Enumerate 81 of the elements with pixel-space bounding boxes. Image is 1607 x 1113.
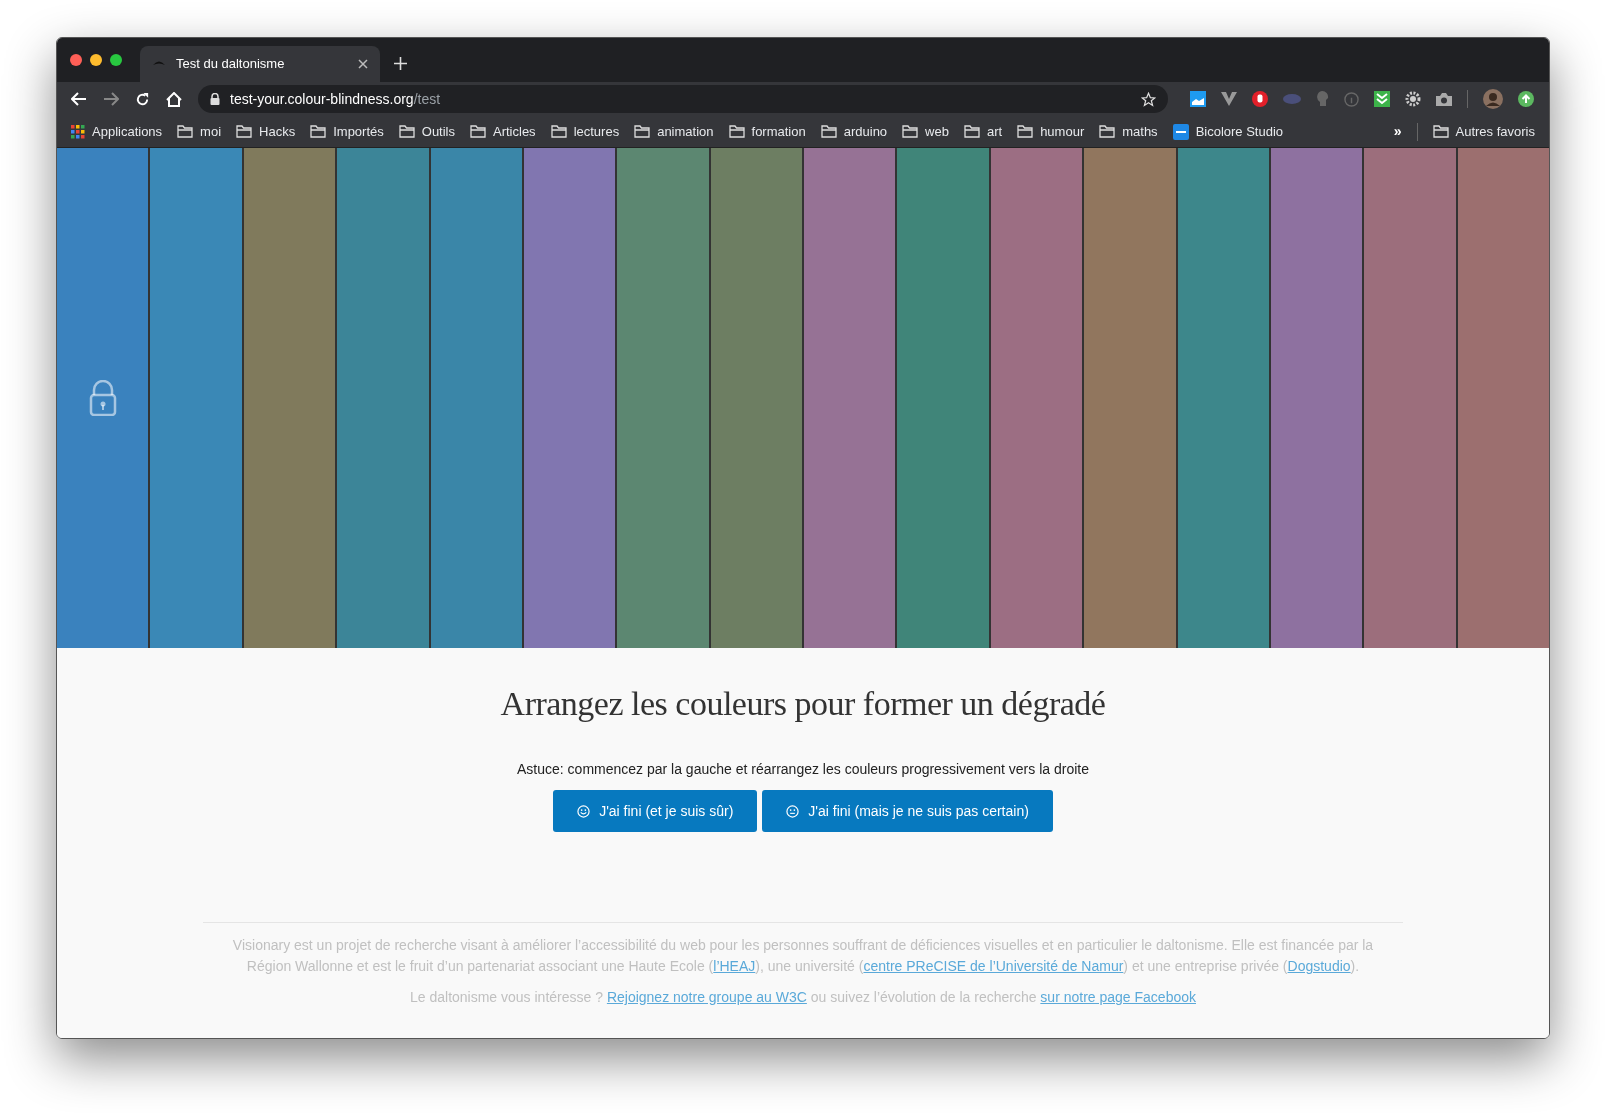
lock-icon	[210, 93, 220, 105]
apps-grid-icon	[71, 124, 85, 139]
lock-icon	[88, 380, 117, 416]
more-bookmarks-button[interactable]: »	[1393, 121, 1402, 142]
maximize-window-icon[interactable]	[110, 54, 122, 66]
avatar-icon[interactable]	[1483, 89, 1503, 109]
folder-icon	[310, 125, 327, 138]
folder-icon	[177, 125, 194, 138]
bookmark[interactable]: Bicolore Studio	[1172, 121, 1284, 142]
finish-button[interactable]: J'ai fini (mais je ne suis pas certain)	[762, 790, 1053, 832]
update-icon[interactable]	[1518, 91, 1534, 107]
bookmark[interactable]: formation	[728, 121, 806, 142]
color-swatch[interactable]	[241, 148, 336, 648]
color-swatch[interactable]	[1362, 148, 1456, 648]
site-icon	[1172, 123, 1189, 140]
folder-icon	[1099, 125, 1116, 138]
chevrons-down-icon[interactable]	[1374, 91, 1390, 107]
color-swatch[interactable]	[615, 148, 709, 648]
v-logo-icon[interactable]	[1221, 92, 1237, 106]
hand-icon[interactable]	[1252, 91, 1268, 107]
close-icon[interactable]	[358, 59, 368, 69]
new-tab-icon[interactable]	[394, 57, 407, 70]
folder-icon	[1017, 125, 1034, 138]
color-swatch[interactable]	[1268, 148, 1363, 648]
info-icon[interactable]	[1344, 91, 1359, 107]
folder-icon	[963, 125, 980, 138]
address-bar[interactable]: test-your.colour-blindness.org/test	[198, 85, 1168, 113]
bookmark[interactable]: Importés	[310, 121, 384, 142]
footer-text: Visionary est un projet de recherche visant à améliorer l’accessibilité du web pour les personnes souffrant de déficiences visuelles et en particulier le daltonisme. Elle est financée par la Région Wallonne et est le fruit d’un partenariat associant une Haute Ecole (l’HEAJ), une université (centre PReCISE de l’Université de Namur) et une entreprise privée (Dogstudio).	[231, 936, 1375, 976]
reload-icon[interactable]	[135, 91, 150, 107]
bookmark[interactable]: web	[902, 121, 949, 142]
neutral-face-icon	[786, 804, 800, 818]
hint-text: Astuce: commencez par la gauche et réarrangez les couleurs progressivement vers la droite	[517, 760, 1089, 779]
browser-tab[interactable]: Test du daltonisme	[140, 46, 380, 82]
bookmark[interactable]: art	[963, 121, 1003, 142]
finish-button[interactable]: J'ai fini (et je suis sûr)	[553, 790, 758, 832]
bookmark[interactable]: Outils	[398, 121, 455, 142]
forward-icon[interactable]	[103, 92, 119, 106]
bookmark[interactable]: Autres favoris	[1432, 121, 1535, 142]
folder-icon	[470, 125, 486, 138]
bookmark[interactable]: lectures	[550, 121, 620, 142]
bookmark[interactable]: Applications	[71, 121, 163, 142]
star-icon[interactable]	[1141, 91, 1156, 107]
bookmark[interactable]: Articles	[470, 121, 536, 142]
tab-title: Test du daltonisme	[176, 55, 286, 74]
folder-icon	[902, 125, 919, 138]
smile-icon	[577, 804, 591, 818]
bookmark[interactable]: Hacks	[236, 121, 296, 142]
folder-icon	[728, 125, 745, 138]
bookmark[interactable]: animation	[634, 121, 714, 142]
color-swatch[interactable]	[988, 148, 1083, 648]
color-swatch[interactable]	[708, 148, 802, 648]
color-swatch[interactable]	[428, 148, 522, 648]
color-swatch[interactable]	[1175, 148, 1269, 648]
url-text: test-your.colour-blindness.org/test	[230, 89, 442, 109]
folder-icon	[550, 125, 567, 138]
gear-icon[interactable]	[1405, 91, 1421, 107]
color-swatch[interactable]	[521, 148, 616, 648]
folder-icon	[236, 125, 253, 138]
bookmark[interactable]: moi	[177, 121, 222, 142]
folder-icon	[634, 125, 651, 138]
folder-icon	[820, 125, 837, 138]
bookmark[interactable]: maths	[1099, 121, 1158, 142]
back-icon[interactable]	[71, 92, 87, 106]
bookmark[interactable]: humour	[1017, 121, 1085, 142]
minimize-window-icon[interactable]	[90, 54, 102, 66]
close-window-icon[interactable]	[70, 54, 82, 66]
color-swatch[interactable]	[895, 148, 989, 648]
home-icon[interactable]	[166, 91, 182, 107]
footer-text: Le daltonisme vous intéresse ? Rejoignez notre groupe au W3C ou suivez l’évolution de la recherche sur notre page Facebook	[410, 988, 1196, 1007]
color-swatch[interactable]	[335, 148, 429, 648]
color-swatch[interactable]	[802, 148, 896, 648]
folder-icon	[1432, 125, 1449, 138]
color-swatch[interactable]	[1455, 148, 1549, 648]
color-swatch[interactable]	[148, 148, 242, 648]
color-swatch[interactable]	[1082, 148, 1176, 648]
page-heading: Arrangez les couleurs pour former un dégradé	[500, 684, 1106, 724]
bookmark[interactable]: arduino	[820, 121, 888, 142]
folder-icon	[398, 125, 415, 138]
camera-icon[interactable]	[1436, 92, 1452, 106]
extension-icon[interactable]	[1190, 91, 1206, 107]
